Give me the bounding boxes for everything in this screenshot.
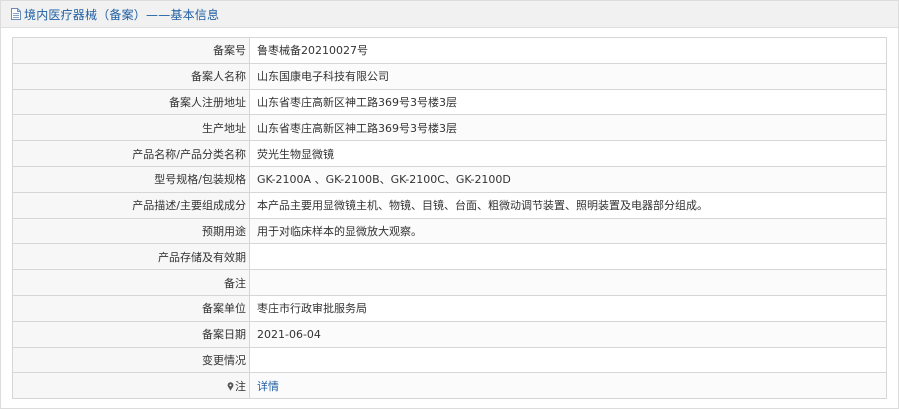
panel-header: 境内医疗器械（备案）——基本信息: [1, 1, 898, 28]
note-label-text: 注: [235, 379, 246, 393]
note-label: 注: [12, 372, 250, 400]
row-label: 备案单位: [12, 294, 250, 322]
row-value: 本产品主要用显微镜主机、物镜、目镜、台面、粗微动调节装置、照明装置及电器部分组成…: [249, 191, 887, 219]
note-row: 注 详情: [12, 372, 887, 400]
row-label: 产品名称/产品分类名称: [12, 140, 250, 167]
table-row: 备案人注册地址 山东省枣庄高新区神工路369号3号楼3层: [12, 88, 887, 116]
row-value: GK-2100A 、GK-2100B、GK-2100C、GK-2100D: [249, 165, 887, 193]
table-row: 备案日期 2021-06-04: [12, 320, 887, 348]
table-row: 产品描述/主要组成成分 本产品主要用显微镜主机、物镜、目镜、台面、粗微动调节装置…: [12, 191, 887, 219]
table-row: 产品名称/产品分类名称 荧光生物显微镜: [12, 140, 887, 167]
pin-icon: [227, 381, 234, 391]
table-row: 备注: [12, 269, 887, 296]
row-value: 山东省枣庄高新区神工路369号3号楼3层: [249, 88, 887, 116]
table-row: 备案人名称 山东国康电子科技有限公司: [12, 62, 887, 90]
row-value: [249, 346, 887, 374]
table-row: 型号规格/包装规格 GK-2100A 、GK-2100B、GK-2100C、GK…: [12, 165, 887, 193]
row-label: 备注: [12, 269, 250, 296]
row-value: 枣庄市行政审批服务局: [249, 294, 887, 322]
row-value: [249, 269, 887, 296]
row-label: 预期用途: [12, 217, 250, 245]
row-label: 备案人名称: [12, 62, 250, 90]
row-label: 变更情况: [12, 346, 250, 374]
row-value: 2021-06-04: [249, 320, 887, 348]
table-row: 生产地址 山东省枣庄高新区神工路369号3号楼3层: [12, 114, 887, 142]
note-value: 详情: [249, 372, 887, 400]
row-value: 鲁枣械备20210027号: [249, 37, 887, 64]
row-value: 荧光生物显微镜: [249, 140, 887, 167]
row-label: 备案号: [12, 37, 250, 64]
table-row: 变更情况: [12, 346, 887, 374]
document-icon: [11, 8, 21, 20]
row-label: 型号规格/包装规格: [12, 165, 250, 193]
table-row: 备案单位 枣庄市行政审批服务局: [12, 294, 887, 322]
page-title: 境内医疗器械（备案）——基本信息: [24, 7, 220, 22]
table-row: 产品存储及有效期: [12, 243, 887, 271]
row-label: 产品存储及有效期: [12, 243, 250, 271]
table-row: 预期用途 用于对临床样本的显微放大观察。: [12, 217, 887, 245]
row-value: 山东国康电子科技有限公司: [249, 62, 887, 90]
row-value: [249, 243, 887, 271]
row-value: 用于对临床样本的显微放大观察。: [249, 217, 887, 245]
row-value: 山东省枣庄高新区神工路369号3号楼3层: [249, 114, 887, 142]
row-label: 备案人注册地址: [12, 88, 250, 116]
row-label: 生产地址: [12, 114, 250, 142]
table-row: 备案号 鲁枣械备20210027号: [12, 37, 887, 64]
row-label: 备案日期: [12, 320, 250, 348]
row-label: 产品描述/主要组成成分: [12, 191, 250, 219]
detail-link[interactable]: 详情: [257, 380, 279, 393]
info-panel: 境内医疗器械（备案）——基本信息 备案号 鲁枣械备20210027号 备案人名称…: [0, 0, 899, 409]
basic-info-table: 备案号 鲁枣械备20210027号 备案人名称 山东国康电子科技有限公司 备案人…: [12, 37, 887, 400]
